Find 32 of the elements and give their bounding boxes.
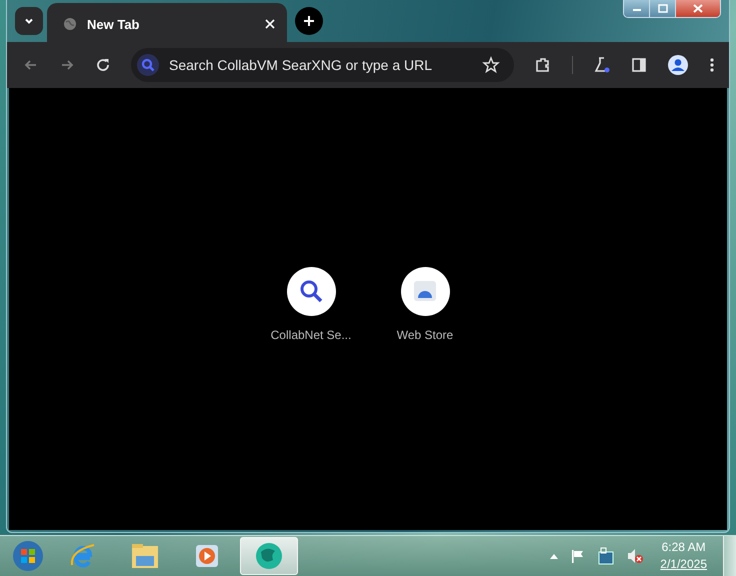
shortcut-tile[interactable]: Web Store bbox=[369, 266, 481, 342]
maximize-icon bbox=[658, 4, 668, 13]
caret-icon[interactable] bbox=[550, 553, 558, 560]
puzzle-icon[interactable] bbox=[534, 56, 552, 74]
shortcut-tile[interactable]: CollabNet Se... bbox=[255, 266, 367, 342]
close-icon bbox=[693, 4, 703, 13]
new-tab-button[interactable] bbox=[295, 7, 323, 35]
close-icon[interactable] bbox=[265, 19, 275, 29]
plus-icon bbox=[303, 15, 315, 27]
address-bar[interactable]: Search CollabVM SearXNG or type a URL bbox=[131, 48, 514, 82]
close-button[interactable] bbox=[676, 0, 720, 17]
flask-icon[interactable] bbox=[593, 56, 611, 74]
tab-search-button[interactable] bbox=[15, 7, 43, 35]
network-icon[interactable] bbox=[598, 547, 614, 566]
maximize-button[interactable] bbox=[650, 0, 676, 17]
reload-icon[interactable] bbox=[95, 57, 111, 73]
browser-tab[interactable]: New Tab bbox=[47, 3, 287, 45]
speaker-muted-icon[interactable] bbox=[626, 548, 644, 564]
play-icon bbox=[194, 543, 220, 570]
star-icon[interactable] bbox=[482, 56, 500, 74]
clock-date: 2/1/2025 bbox=[660, 556, 707, 574]
menu-icon[interactable] bbox=[709, 57, 715, 73]
tab-title: New Tab bbox=[87, 16, 140, 32]
taskbar-app-button[interactable] bbox=[240, 537, 298, 576]
globe-icon bbox=[63, 17, 77, 31]
clock-time: 6:28 AM bbox=[662, 539, 706, 556]
windows-logo-icon bbox=[12, 540, 44, 572]
address-placeholder: Search CollabVM SearXNG or type a URL bbox=[169, 57, 433, 73]
side-panel-icon[interactable] bbox=[631, 57, 647, 73]
profile-avatar-icon[interactable] bbox=[667, 54, 689, 76]
search-icon bbox=[137, 54, 159, 76]
minimize-button[interactable] bbox=[624, 0, 650, 17]
